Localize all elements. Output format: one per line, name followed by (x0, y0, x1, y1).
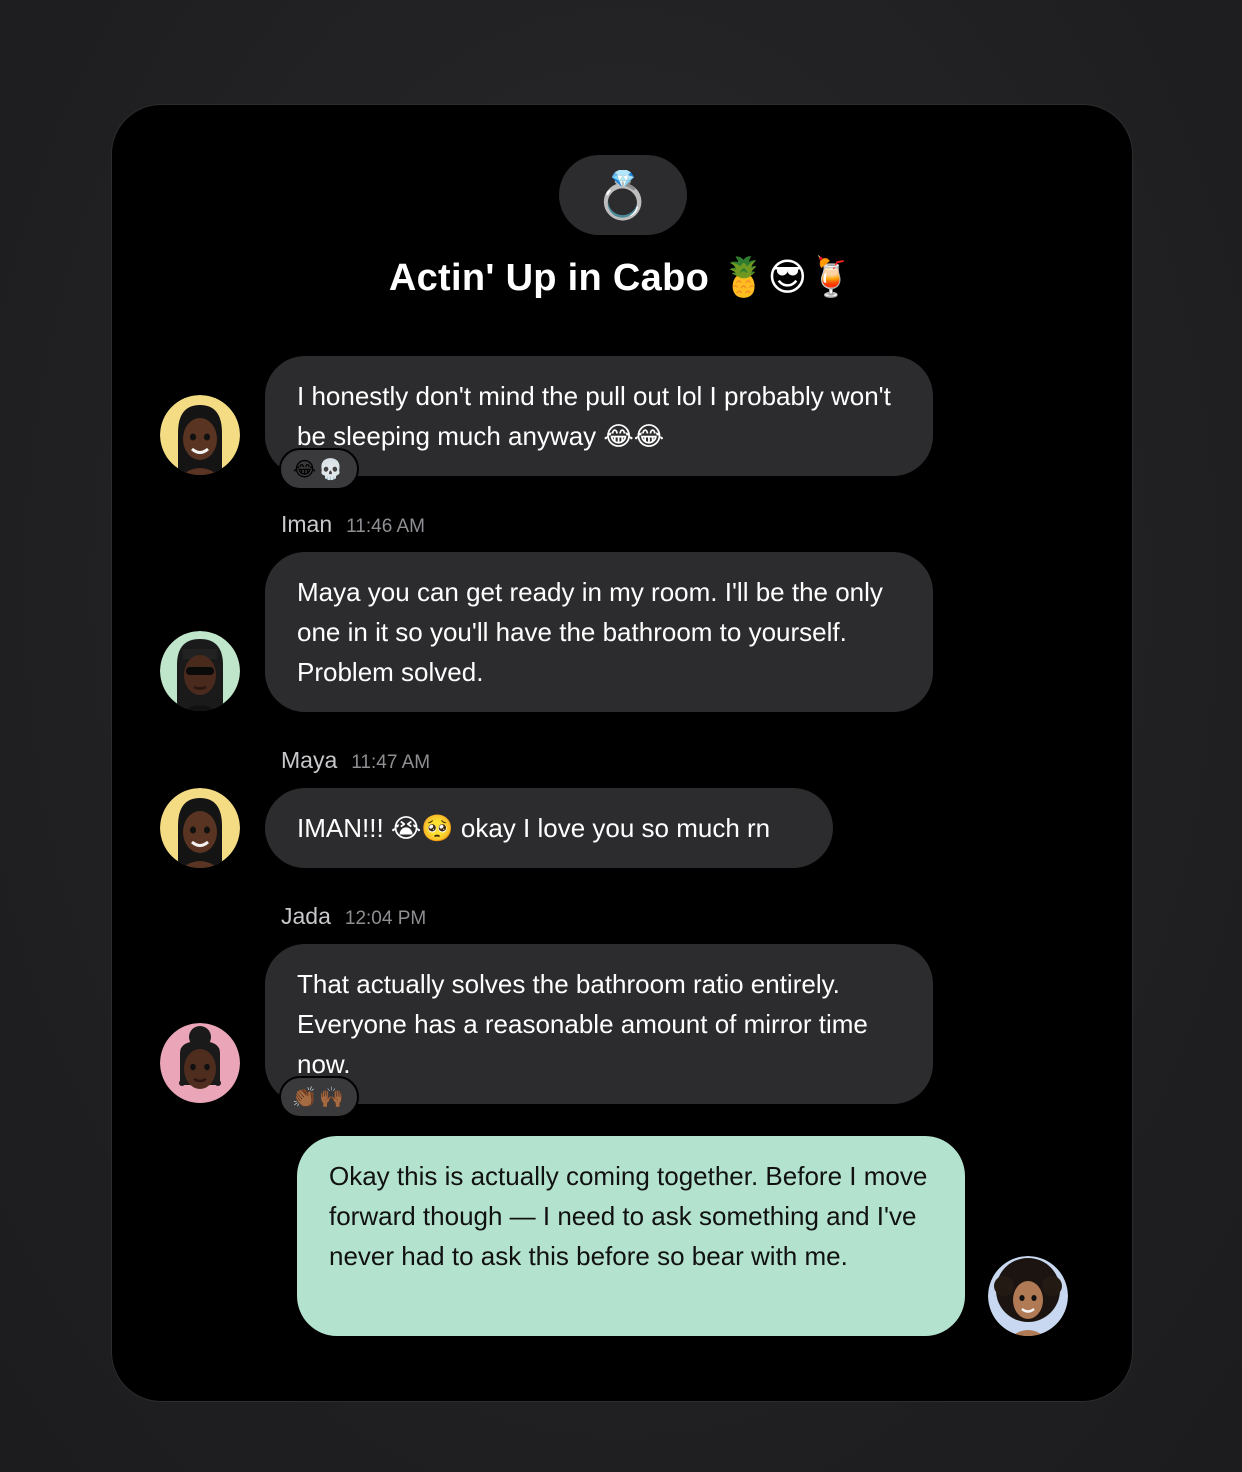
message-reactions[interactable]: 👏🏾🙌🏾 (279, 1076, 359, 1118)
message-time: 12:04 PM (344, 908, 427, 929)
iman-avatar[interactable] (160, 631, 240, 711)
message-reactions[interactable]: 😂💀 (279, 448, 359, 490)
message-bubble[interactable]: Maya you can get ready in my room. I'll … (265, 552, 933, 712)
jada-avatar[interactable] (160, 1023, 240, 1103)
message-meta: Iman 11:46 AM (281, 511, 425, 538)
outgoing-message-bubble[interactable]: Okay this is actually coming together. B… (297, 1136, 965, 1336)
message-time: 11:46 AM (346, 516, 426, 537)
message-bubble[interactable]: IMAN!!! 😭🥺 okay I love you so much rn (265, 788, 833, 868)
sender-name: Iman (281, 511, 333, 537)
group-ring-icon[interactable]: 💍 (559, 155, 687, 235)
message-time: 11:47 AM (351, 752, 431, 773)
chat-window: 💍 Actin' Up in Cabo 🍍😎🍹 I honestly don't… (111, 104, 1133, 1402)
group-title[interactable]: Actin' Up in Cabo 🍍😎🍹 (112, 255, 1132, 300)
self-avatar[interactable] (988, 1256, 1068, 1336)
sender-name: Jada (281, 903, 331, 929)
message-bubble[interactable]: That actually solves the bathroom ratio … (265, 944, 933, 1104)
maya-avatar[interactable] (160, 788, 240, 868)
message-bubble[interactable]: I honestly don't mind the pull out lol I… (265, 356, 933, 476)
message-meta: Maya 11:47 AM (281, 747, 430, 774)
maya-avatar[interactable] (160, 395, 240, 475)
message-meta: Jada 12:04 PM (281, 903, 426, 930)
sender-name: Maya (281, 747, 338, 773)
